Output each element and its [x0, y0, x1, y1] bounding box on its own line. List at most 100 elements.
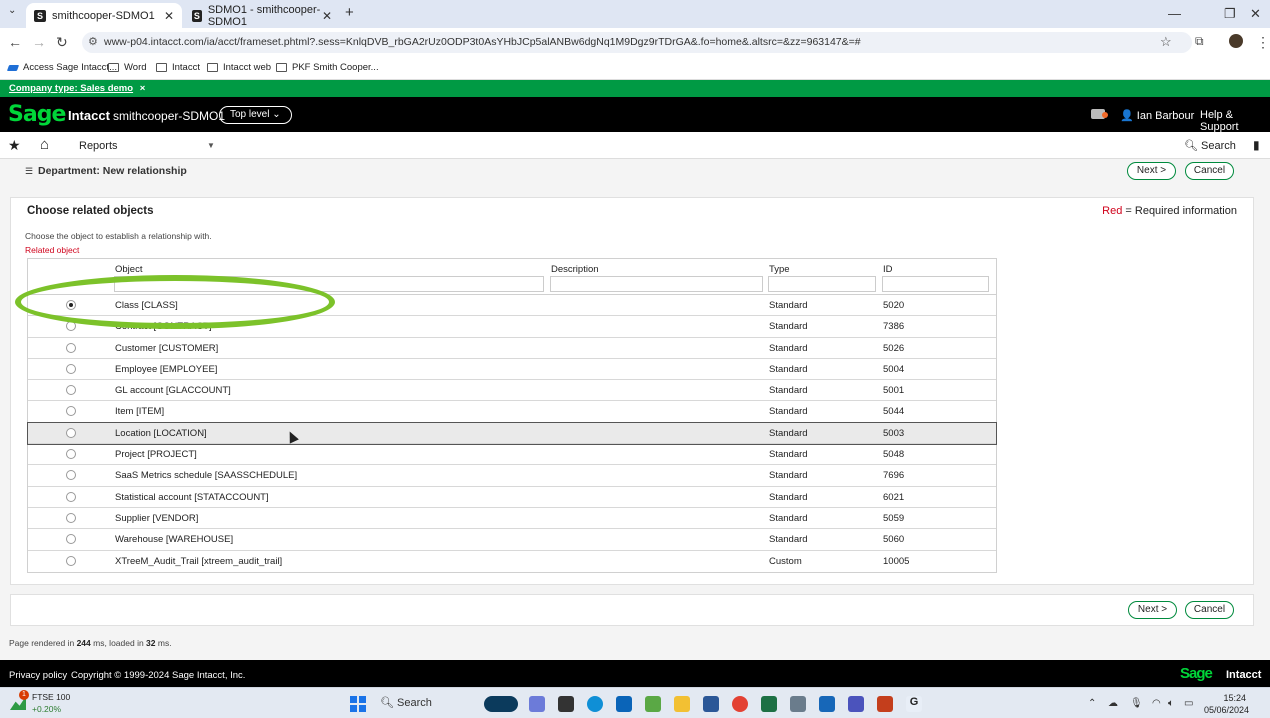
taskbar-clock[interactable]: 15:24 05/06/2024	[1204, 692, 1249, 716]
col-id[interactable]: ID	[883, 264, 893, 275]
table-row[interactable]: Supplier [VENDOR] Standard 5059	[28, 508, 996, 530]
row-radio-button[interactable]	[66, 406, 76, 417]
row-radio-button[interactable]	[66, 342, 76, 353]
excel-icon[interactable]	[761, 696, 777, 712]
col-description[interactable]: Description	[551, 264, 599, 275]
browser-tab-active[interactable]: S smithcooper-SDMO1 ✕	[26, 3, 182, 28]
next-button-bottom[interactable]: Next >	[1128, 601, 1177, 619]
battery-icon[interactable]: ▭	[1184, 698, 1193, 709]
terminal-icon[interactable]	[558, 696, 574, 712]
extensions-icon[interactable]: ⧉	[1195, 34, 1204, 49]
table-row[interactable]: Item [ITEM] Standard 5044	[28, 401, 996, 423]
widget-icon[interactable]	[484, 696, 518, 712]
browser-menu-icon[interactable]: ⋮	[1256, 34, 1270, 51]
site-info-icon[interactable]: ⚙	[88, 35, 98, 48]
close-window-icon[interactable]: ✕	[1250, 6, 1261, 22]
show-hidden-icons[interactable]: ⌃	[1088, 698, 1096, 709]
row-radio-button[interactable]	[66, 449, 76, 460]
bookmark-word[interactable]: Word	[108, 62, 147, 73]
back-icon[interactable]: ←	[8, 34, 22, 50]
bookmark-access-sage[interactable]: Access Sage Intacct...	[6, 62, 117, 73]
announcement-icon[interactable]	[1091, 109, 1108, 119]
filter-type-input[interactable]	[768, 276, 876, 292]
profile-avatar[interactable]	[1229, 34, 1243, 48]
next-button-top[interactable]: Next >	[1127, 162, 1176, 180]
home-icon[interactable]: ⌂	[40, 136, 49, 153]
company-type-close-icon[interactable]: ×	[140, 83, 146, 94]
row-id: 5020	[883, 300, 905, 311]
microphone-icon[interactable]: 🎙︎	[1130, 698, 1143, 709]
word-icon[interactable]	[703, 696, 719, 712]
planner-icon[interactable]	[645, 696, 661, 712]
chevron-down-icon[interactable]: ▼	[207, 141, 215, 150]
table-row[interactable]: Location [LOCATION] Standard 5003	[27, 421, 997, 446]
table-row[interactable]: Warehouse [WAREHOUSE] Standard 5060	[28, 529, 996, 551]
powerpoint-icon[interactable]	[877, 696, 893, 712]
close-tab-icon[interactable]: ✕	[164, 9, 174, 23]
wifi-icon[interactable]: ◠	[1152, 698, 1161, 709]
row-radio-button[interactable]	[66, 363, 76, 374]
table-row[interactable]: Project [PROJECT] Standard 5048	[28, 444, 996, 466]
privacy-policy-link[interactable]: Privacy policy	[9, 670, 67, 681]
search-icon: 🔍︎	[380, 697, 394, 709]
nav-reports[interactable]: Reports	[79, 140, 118, 152]
cancel-button-bottom[interactable]: Cancel	[1185, 601, 1234, 619]
bookmark-pkf[interactable]: PKF Smith Cooper...	[276, 62, 379, 73]
company-type-label[interactable]: Company type: Sales demo	[9, 83, 133, 94]
tab-list-icon[interactable]: ⌄	[8, 5, 16, 16]
table-row[interactable]: XTreeM_Audit_Trail [xtreem_audit_trail] C…	[28, 551, 996, 572]
sage-app-icon[interactable]: G	[906, 696, 922, 712]
filter-id-input[interactable]	[882, 276, 989, 292]
taskbar-search[interactable]: 🔍︎ Search	[380, 696, 432, 709]
table-row[interactable]: GL account [GLACCOUNT] Standard 5001	[28, 380, 996, 402]
help-support-link[interactable]: Help & Support	[1200, 109, 1270, 133]
volume-icon[interactable]: 🔈︎	[1168, 698, 1174, 709]
col-type[interactable]: Type	[769, 264, 790, 275]
col-object[interactable]: Object	[115, 264, 142, 275]
row-radio-button[interactable]	[66, 555, 76, 566]
minimize-icon[interactable]: —	[1168, 6, 1181, 21]
bookmark-intacct-web[interactable]: Intacct web	[207, 62, 271, 73]
chrome-icon[interactable]	[732, 696, 748, 712]
table-row[interactable]: Employee [EMPLOYEE] Standard 5004	[28, 359, 996, 381]
browser-tab[interactable]: S SDMO1 - smithcooper-SDMO1 ✕	[184, 3, 340, 28]
outlook-icon[interactable]	[616, 696, 632, 712]
url-field[interactable]: ⚙ www-p04.intacct.com/ia/acct/frameset.p…	[82, 32, 1192, 53]
file-explorer-icon[interactable]	[674, 696, 690, 712]
sage-logo[interactable]: Sage	[8, 102, 66, 127]
cancel-button-top[interactable]: Cancel	[1185, 162, 1234, 180]
bookmark-icon[interactable]: ▮	[1253, 138, 1260, 152]
forward-icon[interactable]: →	[32, 34, 46, 50]
calculator-icon[interactable]	[790, 696, 806, 712]
table-row[interactable]: Statistical account [STATACCOUNT] Standar…	[28, 487, 996, 508]
row-radio-button[interactable]	[66, 470, 76, 481]
table-row[interactable]: Customer [CUSTOMER] Standard 5026	[28, 338, 996, 359]
windows-start-icon[interactable]	[350, 696, 366, 712]
row-type: Standard	[769, 449, 808, 461]
onedrive-icon[interactable]: ☁	[1108, 698, 1118, 709]
row-radio-button[interactable]	[66, 385, 76, 396]
row-radio-button[interactable]	[66, 427, 76, 438]
user-menu[interactable]: 👤 Ian Barbour	[1120, 109, 1194, 122]
filter-description-input[interactable]	[550, 276, 763, 292]
page-title: Department: New relationship	[38, 165, 187, 177]
bookmark-intacct[interactable]: Intacct	[156, 62, 200, 73]
row-radio-button[interactable]	[66, 512, 76, 523]
favorites-star-icon[interactable]: ★	[8, 137, 21, 154]
app-icon[interactable]	[819, 696, 835, 712]
table-row[interactable]: SaaS Metrics schedule [SAASSCHEDULE] Stan…	[28, 465, 996, 487]
nav-search[interactable]: 🔍︎ Search	[1184, 139, 1236, 152]
edge-icon[interactable]	[587, 696, 603, 712]
reload-icon[interactable]: ↻	[56, 34, 68, 51]
entity-level-selector[interactable]: Top level ⌄	[219, 106, 292, 124]
teams-icon[interactable]	[848, 696, 864, 712]
row-radio-button[interactable]	[66, 491, 76, 502]
bookmark-star-icon[interactable]: ☆	[1160, 34, 1172, 50]
chevron-down-icon: ⌄	[272, 109, 281, 120]
close-tab-icon[interactable]: ✕	[322, 9, 332, 23]
highlight-annotation	[15, 275, 335, 329]
restore-icon[interactable]: ❐	[1224, 6, 1236, 22]
new-tab-button[interactable]: +	[345, 4, 354, 21]
copilot-icon[interactable]	[529, 696, 545, 712]
row-radio-button[interactable]	[66, 534, 76, 545]
